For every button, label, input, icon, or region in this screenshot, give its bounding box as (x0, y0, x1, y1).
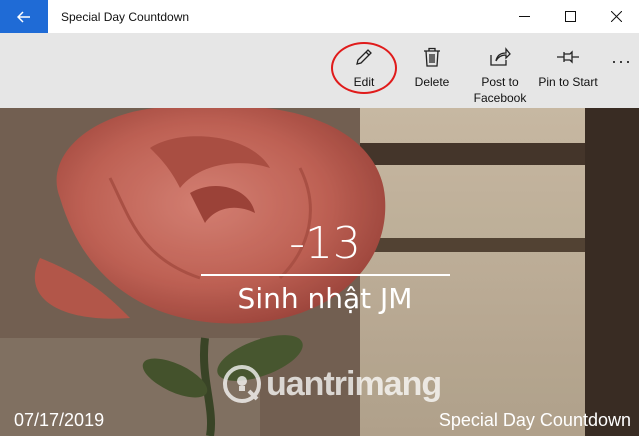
watermark-logo-icon (223, 365, 261, 403)
command-bar: Edit Delete Post to Facebook Pin to Star… (0, 33, 639, 108)
countdown-days: -13 (289, 218, 361, 269)
delete-label: Delete (414, 75, 450, 89)
back-arrow-icon (17, 10, 30, 23)
title-bar: Special Day Countdown (0, 0, 639, 33)
post-to-facebook-button[interactable]: Post to Facebook (468, 33, 532, 108)
app-name-label: Special Day Countdown (438, 410, 631, 430)
delete-button[interactable]: Delete (404, 33, 460, 108)
more-icon: ··· (611, 51, 632, 71)
maximize-icon (564, 11, 576, 22)
close-button[interactable] (593, 0, 639, 33)
minimize-icon (518, 16, 530, 17)
post-to-facebook-label: Post to Facebook (473, 75, 527, 105)
window-controls (501, 0, 639, 33)
watermark: uantrimang (222, 364, 442, 404)
countdown-hero: -13 Sinh nhật JM uantrimang 07/17/2019 S… (0, 108, 639, 436)
pin-to-start-label: Pin to Start (538, 75, 598, 89)
close-icon (610, 11, 622, 22)
back-button[interactable] (0, 0, 48, 33)
pin-icon (556, 46, 580, 68)
edit-highlight-annotation (331, 42, 397, 94)
title-divider (201, 274, 450, 276)
share-icon (489, 46, 511, 68)
watermark-text: uantrimang (266, 364, 442, 403)
pin-to-start-button[interactable]: Pin to Start (535, 33, 601, 108)
event-date: 07/17/2019 (14, 410, 105, 430)
trash-icon (423, 46, 441, 68)
maximize-button[interactable] (547, 0, 593, 33)
minimize-button[interactable] (501, 0, 547, 33)
more-options-button[interactable]: ··· (604, 33, 639, 108)
window-title: Special Day Countdown (61, 9, 190, 24)
event-name: Sinh nhật JM (237, 282, 413, 315)
